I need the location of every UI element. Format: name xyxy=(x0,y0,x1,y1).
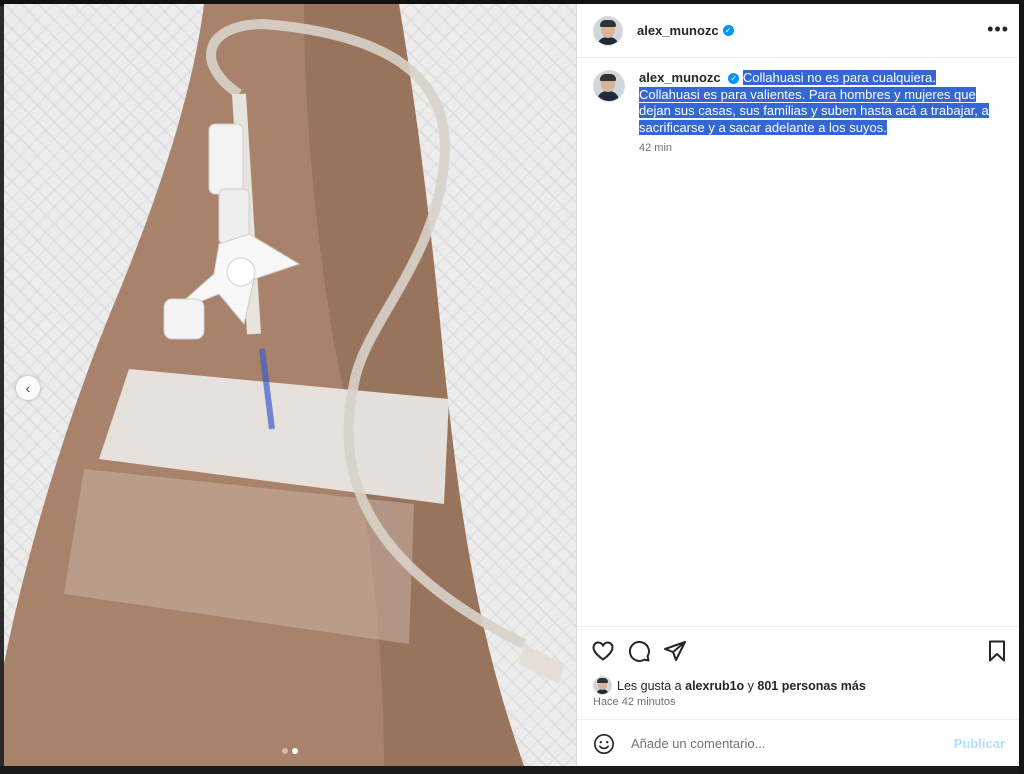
comment-icon[interactable] xyxy=(627,639,651,663)
author-username[interactable]: alex_munozc xyxy=(637,23,719,38)
likes-user-link[interactable]: alexrub1o xyxy=(685,679,744,693)
post-actions-bar xyxy=(577,626,1019,673)
comment-input[interactable] xyxy=(629,735,933,752)
share-icon[interactable] xyxy=(663,639,687,663)
caption-username[interactable]: alex_munozc xyxy=(639,70,721,85)
carousel-dot-2 xyxy=(292,748,298,754)
post-timestamp[interactable]: Hace 42 minutos xyxy=(593,696,676,708)
carousel-indicator xyxy=(282,748,298,754)
likes-summary: Les gusta a alexrub1o y 801 personas más xyxy=(593,676,866,695)
author-avatar[interactable] xyxy=(593,15,623,46)
post-photo: ‹ xyxy=(4,4,576,766)
backdrop-bottom xyxy=(0,766,1024,774)
emoji-icon[interactable] xyxy=(593,733,615,755)
caption-verified-badge-icon: ✓ xyxy=(728,73,740,85)
more-options-icon[interactable]: ••• xyxy=(987,19,1009,40)
comment-bar: Publicar xyxy=(577,719,1019,767)
post-header: alex_munozc ✓ ••• xyxy=(577,4,1019,58)
caption-time: 42 min xyxy=(639,142,673,154)
chevron-left-icon: ‹ xyxy=(25,380,31,396)
heart-icon[interactable] xyxy=(591,639,615,663)
bookmark-icon[interactable] xyxy=(985,639,1009,663)
verified-badge-icon: ✓ xyxy=(722,25,734,36)
caption-author-avatar[interactable] xyxy=(593,70,625,102)
post-side-panel: alex_munozc ✓ ••• alex_munozc ✓ Collahua… xyxy=(576,4,1019,766)
arm-iv-illustration xyxy=(4,4,564,766)
post-caption: alex_munozc ✓ Collahuasi no es para cual… xyxy=(593,70,993,154)
liker-avatar[interactable] xyxy=(593,676,612,695)
likes-others-link[interactable]: 801 personas más xyxy=(757,679,865,693)
likes-prefix: Les gusta a xyxy=(617,678,682,693)
publish-button[interactable]: Publicar xyxy=(954,736,1005,751)
likes-connector: y xyxy=(747,678,754,693)
carousel-prev-button[interactable]: ‹ xyxy=(16,376,40,400)
carousel-dot-1 xyxy=(282,748,288,754)
